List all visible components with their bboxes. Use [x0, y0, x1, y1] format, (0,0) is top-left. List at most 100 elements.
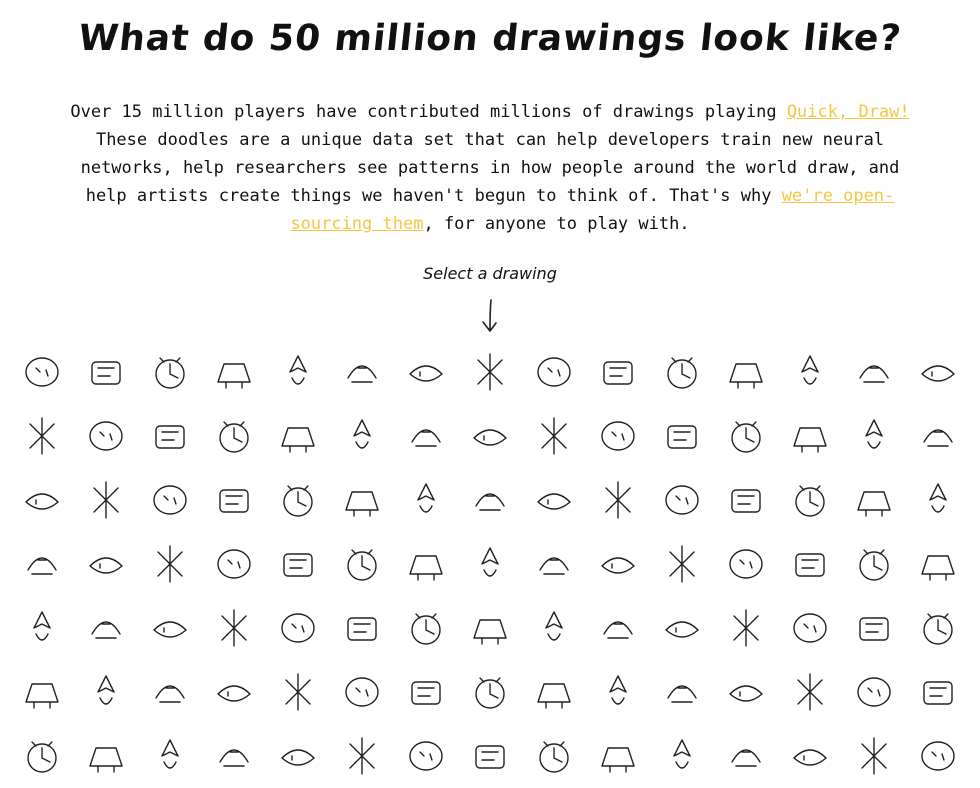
drawing-dishwasher[interactable]	[914, 668, 962, 716]
drawing-camouflage[interactable]	[722, 540, 770, 588]
drawing-bucket[interactable]	[18, 540, 66, 588]
drawing-bottlecap[interactable]	[466, 476, 514, 524]
drawing-baseball[interactable]	[82, 412, 130, 460]
drawing-bathtub[interactable]	[402, 412, 450, 460]
drawing-dumbbell[interactable]	[658, 732, 706, 780]
drawing-car[interactable]	[82, 604, 130, 652]
drawing-bee[interactable]	[722, 412, 770, 460]
drawing-broom[interactable]	[914, 476, 962, 524]
drawing-basketball[interactable]	[274, 412, 322, 460]
drawing-envelope[interactable]	[914, 732, 962, 780]
drawing-book[interactable]	[338, 476, 386, 524]
drawing-ceiling-fan[interactable]	[338, 604, 386, 652]
drawing-blackberry[interactable]	[210, 476, 258, 524]
drawing-baseball-bat[interactable]	[146, 412, 194, 460]
drawing-basket[interactable]	[210, 412, 258, 460]
drawing-banana[interactable]	[850, 348, 898, 396]
drawing-asparagus[interactable]	[658, 348, 706, 396]
drawing-cookie[interactable]	[210, 668, 258, 716]
drawing-cooler[interactable]	[274, 668, 322, 716]
drawing-cruise-ship[interactable]	[722, 668, 770, 716]
drawing-cello[interactable]	[402, 604, 450, 652]
drawing-calendar[interactable]	[530, 540, 578, 588]
drawing-crayon[interactable]	[530, 668, 578, 716]
drawing-airplane[interactable]	[82, 348, 130, 396]
quick-draw-link[interactable]: Quick, Draw!	[787, 102, 910, 122]
drawing-duck[interactable]	[594, 732, 642, 780]
drawing-beard[interactable]	[594, 412, 642, 460]
drawing-cup[interactable]	[786, 668, 834, 716]
drawing-carrot[interactable]	[146, 604, 194, 652]
drawing-cat[interactable]	[274, 604, 322, 652]
drawing-donut[interactable]	[210, 732, 258, 780]
drawing-beach[interactable]	[466, 412, 514, 460]
drawing-candle[interactable]	[850, 540, 898, 588]
drawing-dog[interactable]	[82, 732, 130, 780]
drawing-alarm-clock[interactable]	[146, 348, 194, 396]
drawing-bulldozer[interactable]	[82, 540, 130, 588]
drawing-angel[interactable]	[274, 348, 322, 396]
drawing-ambulance[interactable]	[210, 348, 258, 396]
drawing-bridge[interactable]	[786, 476, 834, 524]
drawing-bat[interactable]	[338, 412, 386, 460]
drawing-binoculars[interactable]	[18, 476, 66, 524]
drawing-arm[interactable]	[594, 348, 642, 396]
drawing-bowtie[interactable]	[530, 476, 578, 524]
drawing-camera[interactable]	[658, 540, 706, 588]
drawing-bear[interactable]	[530, 412, 578, 460]
drawing-cannon[interactable]	[914, 540, 962, 588]
drawing-drums[interactable]	[530, 732, 578, 780]
drawing-ant[interactable]	[402, 348, 450, 396]
drawing-bird[interactable]	[82, 476, 130, 524]
drawing-drill[interactable]	[466, 732, 514, 780]
drawing-bench[interactable]	[850, 412, 898, 460]
drawing-aircraft-carrier[interactable]	[18, 348, 66, 396]
drawing-anvil[interactable]	[466, 348, 514, 396]
drawing-boomerang[interactable]	[402, 476, 450, 524]
drawing-calculator[interactable]	[466, 540, 514, 588]
drawing-bus[interactable]	[146, 540, 194, 588]
drawing-crocodile[interactable]	[594, 668, 642, 716]
drawing-chandelier[interactable]	[594, 604, 642, 652]
drawing-cactus[interactable]	[338, 540, 386, 588]
drawing-backpack[interactable]	[786, 348, 834, 396]
drawing-broccoli[interactable]	[850, 476, 898, 524]
drawing-crown[interactable]	[658, 668, 706, 716]
drawing-diamond[interactable]	[850, 668, 898, 716]
drawing-chair[interactable]	[530, 604, 578, 652]
drawing-butterfly[interactable]	[274, 540, 322, 588]
drawing-bicycle[interactable]	[914, 412, 962, 460]
drawing-bush[interactable]	[210, 540, 258, 588]
drawing-camel[interactable]	[594, 540, 642, 588]
drawing-dolphin[interactable]	[146, 732, 194, 780]
drawing-cloud[interactable]	[914, 604, 962, 652]
drawing-circle[interactable]	[722, 604, 770, 652]
drawing-crab[interactable]	[466, 668, 514, 716]
drawing-clarinet[interactable]	[786, 604, 834, 652]
drawing-brain[interactable]	[658, 476, 706, 524]
drawing-couch[interactable]	[338, 668, 386, 716]
drawing-axe[interactable]	[722, 348, 770, 396]
drawing-animal-migration[interactable]	[338, 348, 386, 396]
drawing-canoe[interactable]	[18, 604, 66, 652]
drawing-diving-board[interactable]	[18, 732, 66, 780]
drawing-cow[interactable]	[402, 668, 450, 716]
drawing-cell-phone[interactable]	[466, 604, 514, 652]
drawing-elbow[interactable]	[786, 732, 834, 780]
drawing-computer[interactable]	[146, 668, 194, 716]
drawing-church[interactable]	[658, 604, 706, 652]
drawing-dragon[interactable]	[338, 732, 386, 780]
drawing-ear[interactable]	[722, 732, 770, 780]
drawing-bracelet[interactable]	[594, 476, 642, 524]
drawing-elephant[interactable]	[850, 732, 898, 780]
drawing-coffee-cup[interactable]	[18, 668, 66, 716]
drawing-bed[interactable]	[658, 412, 706, 460]
drawing-barn[interactable]	[18, 412, 66, 460]
drawing-clock[interactable]	[850, 604, 898, 652]
drawing-bread[interactable]	[722, 476, 770, 524]
drawing-campfire[interactable]	[786, 540, 834, 588]
drawing-compass[interactable]	[82, 668, 130, 716]
drawing-apple[interactable]	[530, 348, 578, 396]
drawing-bandage[interactable]	[914, 348, 962, 396]
drawing-belt[interactable]	[786, 412, 834, 460]
